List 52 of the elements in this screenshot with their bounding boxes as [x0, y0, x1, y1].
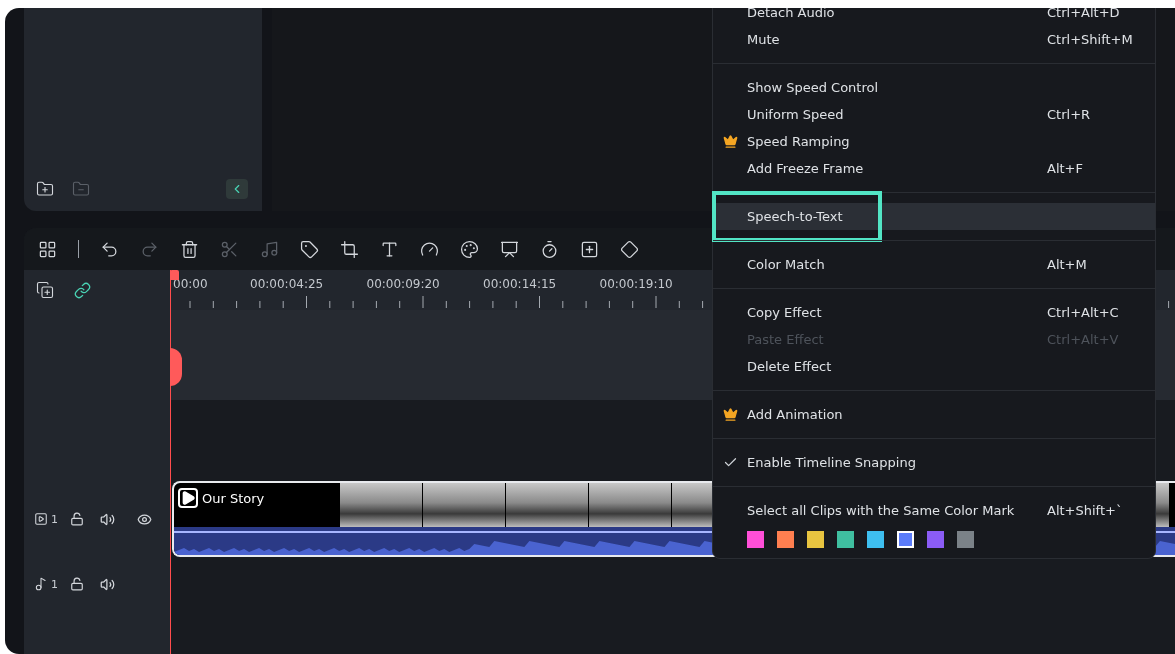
link-icon[interactable] — [74, 281, 91, 299]
square-plus-icon[interactable] — [580, 239, 599, 259]
video-track-icon[interactable] — [34, 512, 48, 526]
time-label: 00:00:04:25 — [250, 277, 324, 291]
track-number: 1 — [51, 577, 58, 591]
menu-item[interactable]: Uniform Speed Ctrl+R — [713, 101, 1155, 128]
unlock-icon[interactable] — [70, 577, 84, 591]
crop-icon[interactable] — [340, 239, 359, 259]
menu-item[interactable]: Select all Clips with the Same Color Mark Alt+Shift+` — [713, 497, 1155, 524]
collapse-button[interactable] — [226, 179, 248, 199]
add-track-icon[interactable] — [36, 281, 54, 299]
tag-icon[interactable] — [300, 239, 319, 259]
menu-item[interactable]: Add Animation — [713, 401, 1155, 428]
menu-item[interactable]: Mute Ctrl+Shift+M — [713, 26, 1155, 53]
menu-item[interactable]: Show Speed Control — [713, 74, 1155, 101]
time-label: 00:00:09:20 — [366, 277, 440, 291]
palette-icon[interactable] — [460, 239, 479, 259]
volume-icon[interactable] — [100, 576, 115, 592]
music-note-icon[interactable] — [34, 577, 48, 591]
color-swatch[interactable] — [867, 531, 884, 548]
eye-icon[interactable] — [137, 511, 152, 527]
menu-item[interactable]: Delete Effect — [713, 353, 1155, 380]
menu-item[interactable]: Copy Effect Ctrl+Alt+C — [713, 299, 1155, 326]
timer-icon[interactable] — [540, 239, 559, 259]
color-swatch[interactable] — [777, 531, 794, 548]
menu-item[interactable]: Detach Audio Ctrl+Alt+D — [713, 8, 1155, 26]
volume-icon[interactable] — [100, 511, 115, 527]
diamond-icon[interactable] — [620, 239, 639, 259]
unlock-icon[interactable] — [70, 512, 84, 526]
color-swatch[interactable] — [957, 531, 974, 548]
color-swatch[interactable] — [837, 531, 854, 548]
trash-icon[interactable] — [180, 239, 199, 259]
clip-title: Our Story — [202, 490, 265, 506]
time-label: 00:00:14:15 — [483, 277, 557, 291]
menu-item[interactable]: Enable Timeline Snapping — [713, 449, 1155, 476]
menu-item[interactable]: Speed Ramping — [713, 128, 1155, 155]
play-icon — [180, 490, 196, 506]
playhead-handle[interactable] — [170, 270, 179, 280]
time-label: 00:00 — [173, 277, 208, 291]
folder-plus-icon[interactable] — [36, 180, 54, 198]
color-swatch[interactable] — [897, 531, 914, 548]
menu-item[interactable]: Speech-to-Text — [713, 203, 1155, 230]
color-swatch[interactable] — [927, 531, 944, 548]
color-swatch[interactable] — [747, 531, 764, 548]
menu-item[interactable]: Color Match Alt+M — [713, 251, 1155, 278]
color-swatch[interactable] — [807, 531, 824, 548]
track-number: 1 — [51, 512, 58, 526]
grid-icon[interactable] — [38, 239, 57, 259]
menu-item[interactable]: Add Freeze Frame Alt+F — [713, 155, 1155, 182]
split-marker[interactable] — [170, 348, 182, 386]
presentation-icon[interactable] — [500, 239, 519, 259]
time-label: 00:00:19:10 — [599, 277, 673, 291]
